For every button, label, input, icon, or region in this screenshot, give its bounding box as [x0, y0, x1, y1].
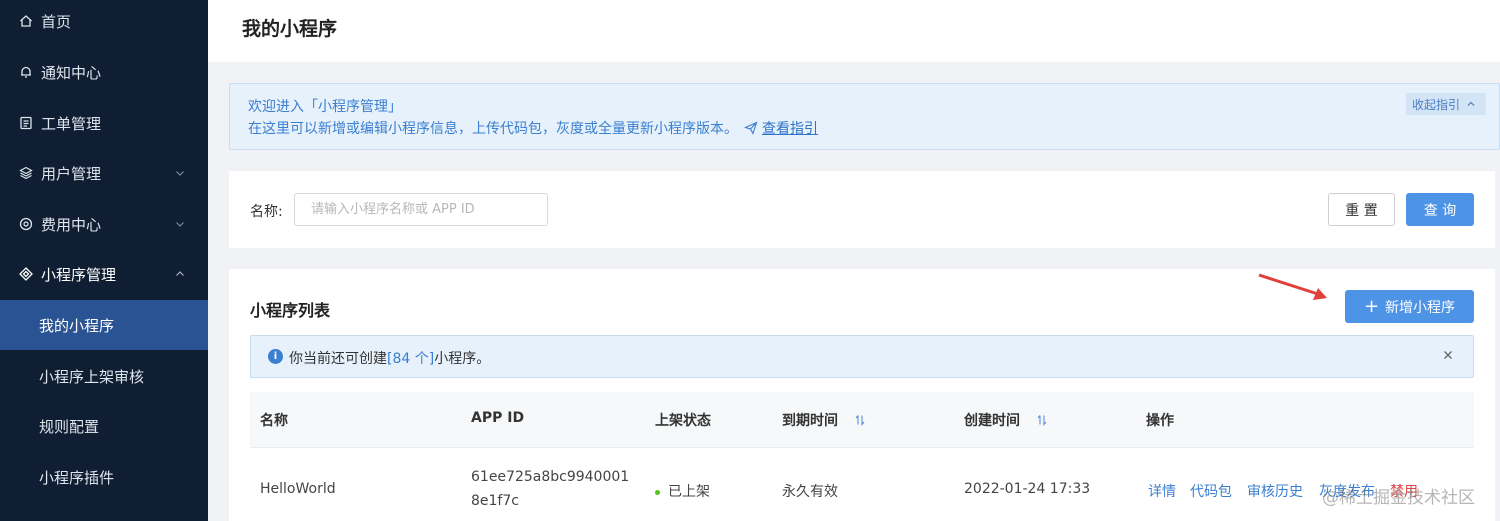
page-title: 我的小程序 [242, 18, 338, 40]
name-filter-label: 名称: [250, 204, 283, 220]
home-icon [18, 13, 34, 29]
plus-icon: + [1363, 295, 1380, 317]
column-header-status: 上架状态 [655, 413, 711, 429]
sidebar-item-label: 用户管理 [41, 164, 102, 183]
miniapp-icon [18, 266, 34, 282]
detail-link[interactable]: 详情 [1148, 481, 1176, 501]
sidebar-subitem-my-miniapps[interactable]: 我的小程序 [0, 300, 208, 350]
column-header-expire-label: 到期时间 [782, 413, 838, 429]
view-guide-link[interactable]: 查看指引 [762, 118, 818, 138]
sidebar-item-notifications[interactable]: 通知中心 [0, 47, 208, 97]
send-icon [744, 121, 758, 135]
cell-status: 已上架 [655, 481, 710, 501]
sidebar-item-label: 小程序上架审核 [39, 367, 145, 386]
sidebar-item-label: 费用中心 [41, 215, 102, 234]
guide-welcome-text: 欢迎进入「小程序管理」 [248, 99, 402, 115]
collapse-guide-label: 收起指引 [1412, 97, 1461, 112]
guide-banner: 欢迎进入「小程序管理」 在这里可以新增或编辑小程序信息，上传代码包，灰度或全量更… [229, 83, 1500, 150]
chevron-up-icon [176, 271, 184, 276]
filter-panel: 名称: 重 置 查 询 [229, 171, 1495, 248]
watermark: @稀土掘金技术社区 [1322, 488, 1475, 508]
sidebar-item-tickets[interactable]: 工单管理 [0, 98, 208, 148]
cell-created: 2022-01-24 17:33 [964, 481, 1091, 497]
sidebar-item-miniapp-management[interactable]: 小程序管理 [0, 249, 208, 299]
review-history-link[interactable]: 审核历史 [1247, 481, 1303, 501]
bell-icon [18, 64, 34, 80]
chevron-up-icon [1467, 101, 1475, 106]
cell-name: HelloWorld [260, 481, 336, 497]
name-search-input[interactable] [294, 193, 548, 226]
miniapp-list-panel: 小程序列表 + 新增小程序 i 你当前还可创建[84 个]小程序。 名称 APP… [229, 269, 1495, 521]
quota-prefix: 你当前还可创建 [289, 351, 387, 367]
guide-description-text: 在这里可以新增或编辑小程序信息，上传代码包，灰度或全量更新小程序版本。 [248, 121, 738, 137]
cell-appid-line1: 61ee725a8bc9940001 [471, 469, 630, 485]
table-row: HelloWorld 61ee725a8bc9940001 8e1f7c 已上架… [250, 449, 1474, 521]
sidebar-item-label: 规则配置 [39, 417, 100, 436]
quota-count: [84 个] [387, 351, 435, 367]
sidebar-item-label: 小程序插件 [39, 468, 115, 487]
reset-button[interactable]: 重 置 [1328, 193, 1395, 226]
cell-expire: 永久有效 [782, 484, 838, 500]
info-icon: i [268, 349, 283, 364]
sidebar-item-label: 我的小程序 [39, 316, 115, 335]
column-header-expire[interactable]: 到期时间 [782, 410, 866, 430]
add-miniapp-label: 新增小程序 [1385, 299, 1456, 316]
red-arrow-annotation [1258, 273, 1327, 300]
coin-icon [18, 216, 34, 232]
add-miniapp-button[interactable]: + 新增小程序 [1345, 290, 1474, 323]
sidebar-item-label: 首页 [41, 12, 72, 31]
sidebar-item-home[interactable]: 首页 [0, 0, 208, 46]
chevron-down-icon [176, 222, 184, 227]
cell-status-text: 已上架 [668, 484, 710, 500]
chevron-down-icon [176, 171, 184, 176]
column-header-created[interactable]: 创建时间 [964, 410, 1048, 430]
code-package-link[interactable]: 代码包 [1190, 481, 1232, 501]
column-header-name: 名称 [260, 413, 288, 429]
list-title: 小程序列表 [250, 301, 331, 320]
query-button[interactable]: 查 询 [1406, 193, 1474, 226]
sidebar-subitem-plugins[interactable]: 小程序插件 [0, 452, 208, 502]
quota-suffix: 小程序。 [434, 351, 491, 367]
ticket-icon [18, 115, 34, 131]
sidebar-item-label: 工单管理 [41, 114, 102, 133]
cell-appid-line2: 8e1f7c [471, 493, 519, 509]
layers-icon [18, 165, 34, 181]
sidebar-item-users[interactable]: 用户管理 [0, 148, 208, 198]
column-header-appid: APP ID [471, 410, 525, 426]
page-header: 我的小程序 [208, 0, 1500, 62]
sidebar: 首页 通知中心 工单管理 用户管理 费用中心 小程序管理 我的小程序 小程序上架… [0, 0, 208, 521]
table-header: 名称 APP ID 上架状态 到期时间 创建时间 操作 [250, 392, 1474, 448]
collapse-guide-button[interactable]: 收起指引 [1406, 93, 1486, 115]
guide-description: 在这里可以新增或编辑小程序信息，上传代码包，灰度或全量更新小程序版本。 查看指引 [248, 118, 818, 138]
sidebar-item-billing[interactable]: 费用中心 [0, 199, 208, 249]
sort-icon [1037, 415, 1047, 426]
quota-notice: i 你当前还可创建[84 个]小程序。 [250, 335, 1474, 378]
sort-icon [855, 415, 865, 426]
status-dot [655, 489, 660, 495]
column-header-created-label: 创建时间 [964, 413, 1020, 429]
close-icon[interactable] [1441, 348, 1455, 362]
sidebar-item-label: 通知中心 [41, 63, 102, 82]
sidebar-subitem-review[interactable]: 小程序上架审核 [0, 351, 208, 401]
column-header-ops: 操作 [1146, 413, 1174, 429]
sidebar-subitem-rules[interactable]: 规则配置 [0, 401, 208, 451]
quota-notice-text: 你当前还可创建[84 个]小程序。 [289, 348, 490, 368]
sidebar-item-label: 小程序管理 [41, 265, 117, 284]
